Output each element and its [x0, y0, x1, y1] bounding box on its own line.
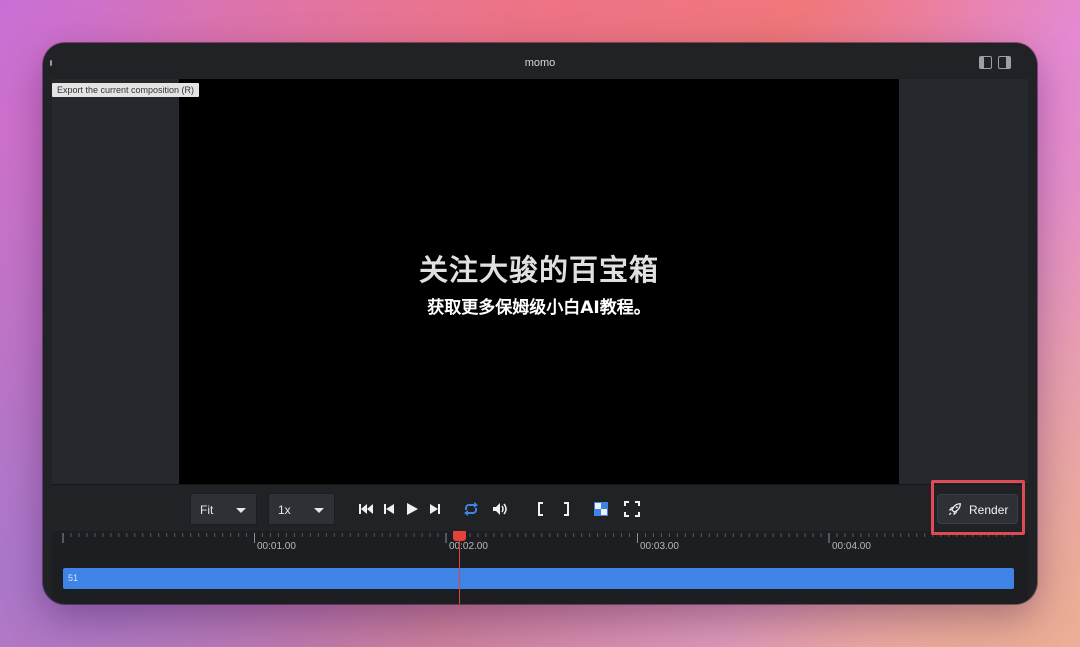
player-controls: Fit 1x Render	[52, 484, 1028, 532]
playhead-line	[459, 531, 460, 604]
volume-icon[interactable]	[492, 501, 508, 517]
track-label: 51	[68, 573, 79, 583]
app-window: momo 关注大骏的百宝箱 获取更多保姆级小白AI教程。 Export the …	[43, 43, 1037, 604]
in-point-bracket-icon[interactable]	[534, 501, 550, 517]
render-tooltip: Export the current composition (R)	[52, 83, 200, 97]
right-panel	[899, 79, 1028, 484]
timeline-tick-label: 00:02.00	[449, 541, 488, 552]
step-back-icon[interactable]	[381, 501, 397, 517]
timeline-tick-label: 00:03.00	[640, 541, 679, 552]
sidebar-right-icon[interactable]	[998, 56, 1011, 69]
composition-preview: 关注大骏的百宝箱 获取更多保姆级小白AI教程。	[179, 79, 899, 484]
checkerboard-icon[interactable]	[593, 501, 609, 517]
window-title: momo	[524, 57, 556, 69]
timeline[interactable]: 00:01.00 00:02.00 00:03.00 00:04.00 51	[52, 531, 1028, 604]
speed-select[interactable]: 1x	[268, 493, 335, 525]
preview-title: 关注大骏的百宝箱	[418, 253, 659, 287]
timeline-ruler[interactable]	[52, 531, 1028, 551]
fullscreen-icon[interactable]	[624, 501, 640, 517]
layout-toggles	[979, 56, 1011, 69]
composition-track[interactable]: 51	[63, 568, 1014, 589]
loop-icon[interactable]	[463, 501, 479, 517]
chevron-down-icon	[314, 508, 324, 513]
preview-subtitle: 获取更多保姆级小白AI教程。	[427, 298, 651, 318]
play-icon[interactable]	[404, 501, 420, 517]
chevron-down-icon	[236, 508, 246, 513]
out-point-bracket-icon[interactable]	[557, 501, 573, 517]
sidebar-left-icon[interactable]	[979, 56, 992, 69]
title-bar: momo	[43, 43, 1037, 79]
render-highlight-box	[931, 480, 1025, 535]
timeline-tick-label: 00:04.00	[832, 541, 871, 552]
timeline-tick-label: 00:01.00	[257, 541, 296, 552]
skip-to-start-icon[interactable]	[358, 501, 374, 517]
size-select[interactable]: Fit	[190, 493, 257, 525]
size-select-value: Fit	[200, 503, 214, 517]
left-panel	[52, 79, 179, 484]
step-forward-icon[interactable]	[427, 501, 443, 517]
speed-select-value: 1x	[278, 503, 291, 517]
